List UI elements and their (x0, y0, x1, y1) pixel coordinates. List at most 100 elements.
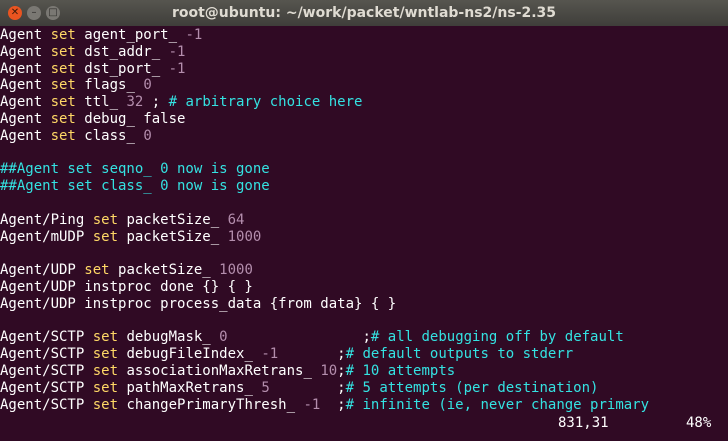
code-token: agent_port_ (75, 27, 186, 43)
code-token: set (50, 60, 76, 77)
minimize-icon: – (31, 7, 37, 18)
code-token: Agent (0, 127, 51, 144)
code-token: set (92, 346, 119, 363)
code-line: Agent set dst_port_ -1 (0, 61, 728, 78)
code-token: Agent (0, 77, 51, 94)
code-line: Agent/UDP set packetSize_ 1000 (0, 262, 728, 279)
code-token: Agent/SCTP (0, 346, 93, 363)
code-line: Agent/SCTP set pathMaxRetrans_ 5 ;# 5 at… (0, 380, 728, 397)
code-token: ##Agent set class_ 0 now is gone (0, 178, 270, 195)
code-line: ##Agent set class_ 0 now is gone (0, 178, 728, 195)
code-token: ; (269, 379, 346, 396)
code-line: Agent/mUDP set packetSize_ 1000 (0, 229, 728, 246)
code-line: Agent/SCTP set debugMask_ 0 ;# all debug… (0, 329, 728, 346)
code-token: 0 (219, 329, 228, 346)
code-token: dst_port_ (75, 60, 169, 77)
code-token: changePrimaryThresh_ (118, 396, 304, 413)
code-token: dst_addr_ (75, 43, 169, 60)
code-token: Agent (0, 27, 51, 43)
code-token: set (92, 379, 119, 396)
code-token: pathMaxRetrans_ (118, 379, 262, 396)
code-token: ; (143, 94, 169, 111)
code-token: set (50, 110, 76, 127)
code-token: ttl_ (75, 94, 127, 111)
code-token: set (50, 94, 76, 111)
code-token: class_ (75, 127, 144, 144)
code-token: # infinite (ie, never change primary (345, 396, 650, 413)
code-token: packetSize_ (118, 211, 228, 228)
code-line: Agent set dst_addr_ -1 (0, 44, 728, 61)
code-token: 10 (320, 362, 338, 379)
code-token: -1 (303, 396, 321, 413)
maximize-icon: □ (48, 7, 58, 18)
maximize-button[interactable]: □ (46, 6, 60, 20)
terminal-editor[interactable]: Agent set agent_port_ -1 Agent set dst_ad… (0, 26, 728, 413)
code-token: ; (337, 362, 346, 379)
code-line: Agent/UDP instproc process_data {from da… (0, 296, 728, 313)
code-token: # arbitrary choice here (168, 94, 363, 111)
minimize-button[interactable]: – (27, 6, 41, 20)
code-token: 1000 (219, 262, 253, 279)
code-token: 32 (126, 94, 144, 111)
code-line: Agent/UDP instproc done {} { } (0, 279, 728, 296)
code-token: set (50, 127, 76, 144)
code-line: Agent set class_ 0 (0, 128, 728, 145)
window-title: root@ubuntu: ~/work/packet/wntlab-ns2/ns… (171, 5, 557, 21)
code-token: Agent/SCTP (0, 362, 93, 379)
code-token: set (50, 43, 76, 60)
code-token: # all debugging off by default (370, 329, 624, 346)
code-token: set (92, 396, 119, 413)
code-token: set (50, 27, 76, 43)
scroll-percent: 48% (686, 415, 712, 431)
code-token: set (92, 329, 119, 346)
title-bar[interactable]: ✕ – □ root@ubuntu: ~/work/packet/wntlab-… (0, 0, 728, 26)
code-line: Agent/SCTP set associationMaxRetrans_ 10… (0, 363, 728, 380)
code-token: Agent (0, 110, 51, 127)
code-token: Agent/mUDP (0, 228, 93, 245)
code-token: packetSize_ (109, 262, 220, 279)
code-token: 5 (261, 379, 270, 396)
code-token: # 10 attempts (345, 362, 456, 379)
code-token: set (92, 362, 119, 379)
close-button[interactable]: ✕ (8, 6, 22, 20)
code-token: ; (278, 346, 346, 363)
code-token: Agent/SCTP (0, 329, 93, 346)
code-token: -1 (168, 43, 186, 60)
code-token: 64 (227, 211, 245, 228)
code-token: Agent/UDP instproc done {} { } (0, 278, 253, 295)
code-token: # 5 attempts (per destination) (345, 379, 599, 396)
code-line: Agent/SCTP set changePrimaryThresh_ -1 ;… (0, 397, 728, 414)
code-line: Agent set ttl_ 32 ; # arbitrary choice h… (0, 94, 728, 111)
code-token: 0 (143, 77, 152, 94)
code-line: Agent/SCTP set debugFileIndex_ -1 ;# def… (0, 346, 728, 363)
code-token: associationMaxRetrans_ (118, 362, 321, 379)
code-token: Agent/SCTP (0, 379, 93, 396)
code-token: set (84, 262, 110, 279)
close-icon: ✕ (10, 7, 20, 18)
code-token: -1 (185, 27, 203, 43)
code-token: set (92, 211, 119, 228)
code-token: 1000 (227, 228, 262, 245)
code-token: debugFileIndex_ (118, 346, 262, 363)
code-token: Agent/Ping (0, 211, 93, 228)
code-token: packetSize_ (118, 228, 228, 245)
code-line: Agent/Ping set packetSize_ 64 (0, 212, 728, 229)
code-token: set (50, 77, 76, 94)
code-token: set (92, 228, 119, 245)
code-token: flags_ (75, 77, 144, 94)
code-token: ; (227, 329, 371, 346)
code-token: Agent/UDP (0, 262, 85, 279)
code-token: Agent/UDP instproc process_data {from da… (0, 295, 397, 312)
code-token: ; (320, 396, 346, 413)
code-line: Agent set debug_ false (0, 111, 728, 128)
code-token: 0 (143, 127, 152, 144)
code-line: Agent set agent_port_ -1 (0, 27, 728, 44)
code-token: Agent (0, 60, 51, 77)
cursor-position: 831,31 (558, 415, 609, 431)
code-token: debug_ false (75, 110, 186, 127)
code-token: # default outputs to stderr (345, 346, 574, 363)
